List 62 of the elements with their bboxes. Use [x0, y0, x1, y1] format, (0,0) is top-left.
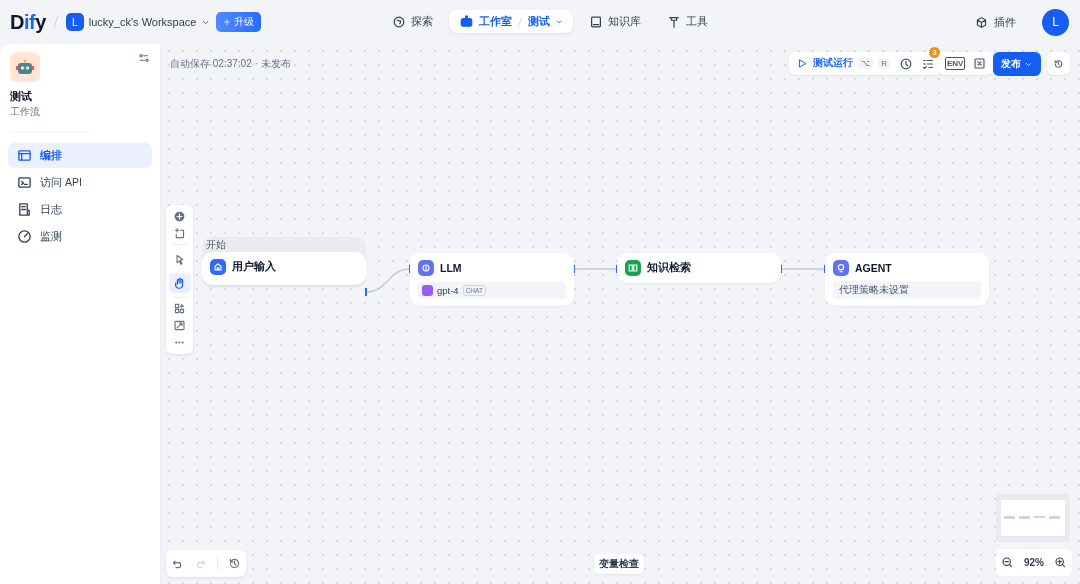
variable-inspect-button[interactable]: 变量检查: [594, 554, 644, 574]
upgrade-button[interactable]: 升级: [216, 12, 262, 32]
nav-tab[interactable]: 工具: [657, 10, 718, 33]
publish-button[interactable]: 发布: [993, 52, 1041, 76]
node-type-icon: [833, 260, 849, 276]
cube-icon: [975, 15, 988, 29]
play-icon: [797, 58, 808, 69]
add-note-icon[interactable]: [173, 227, 186, 240]
zoom-out-icon[interactable]: [1001, 556, 1014, 569]
node-title: AGENT: [855, 262, 892, 274]
terminal-icon: [17, 175, 32, 190]
organize-icon[interactable]: [173, 302, 186, 315]
cursor-icon: [173, 252, 186, 266]
hammer-icon: [667, 14, 681, 29]
agent-node[interactable]: AGENT 代理策略未设置: [825, 253, 989, 306]
logo: Dify: [10, 10, 46, 34]
zoom-level[interactable]: 92%: [1023, 557, 1044, 568]
gauge-icon: [17, 229, 32, 244]
sidebar-item[interactable]: 监测: [8, 224, 152, 249]
autosave-status: 自动保存 02:37:02 · 未发布: [170, 57, 291, 71]
zoom-in-icon[interactable]: [1053, 556, 1067, 569]
node-note: 代理策略未设置: [833, 281, 981, 299]
layout-icon: [17, 148, 32, 163]
node-title: 用户输入: [232, 260, 276, 274]
separator-icon: [51, 15, 60, 29]
nav-tab[interactable]: 知识库: [579, 10, 651, 33]
sliders-icon[interactable]: [138, 52, 150, 64]
app-name: 测试: [10, 89, 33, 104]
clock-icon: [899, 56, 913, 71]
test-run-button[interactable]: 测试运行 ⌥ R: [793, 57, 894, 70]
sidebar-item[interactable]: 访问 API: [8, 170, 152, 195]
nav-tab[interactable]: 工作室 测试: [449, 10, 573, 33]
book-icon: [589, 14, 603, 29]
workspace-switcher[interactable]: L lucky_ck's Workspace: [65, 13, 211, 31]
sparkle-icon: [223, 18, 232, 26]
robot-icon: [459, 14, 474, 29]
start-node[interactable]: 用户输入: [202, 252, 366, 285]
node-type-icon: [210, 259, 226, 275]
document-icon: [17, 202, 32, 217]
node-title: LLM: [440, 262, 462, 274]
sidebar-item[interactable]: 编排: [8, 143, 152, 168]
knowledge-node[interactable]: 知识检索: [617, 253, 781, 283]
node-title: 知识检索: [647, 261, 691, 275]
separator-icon: [517, 15, 523, 28]
app-icon: [10, 52, 40, 82]
add-node-icon[interactable]: [173, 210, 186, 223]
compass-icon: [392, 14, 406, 29]
avatar[interactable]: L: [1042, 8, 1069, 36]
connector: [365, 265, 411, 296]
history-icon[interactable]: [228, 557, 241, 570]
hand-tool[interactable]: [168, 273, 191, 293]
sidebar-item[interactable]: 日志: [8, 197, 152, 222]
version-history-button[interactable]: [1047, 52, 1070, 75]
node-type-icon: [625, 260, 641, 276]
nav-tab[interactable]: 探索: [382, 10, 443, 33]
group-label: 开始: [206, 238, 226, 252]
node-type-icon: [418, 260, 434, 276]
plugins-button[interactable]: 插件: [969, 13, 1022, 31]
app-type: 工作流: [10, 105, 41, 119]
model-icon: [422, 285, 433, 296]
image-export-icon[interactable]: [173, 319, 186, 332]
variable-icon: [973, 57, 987, 70]
